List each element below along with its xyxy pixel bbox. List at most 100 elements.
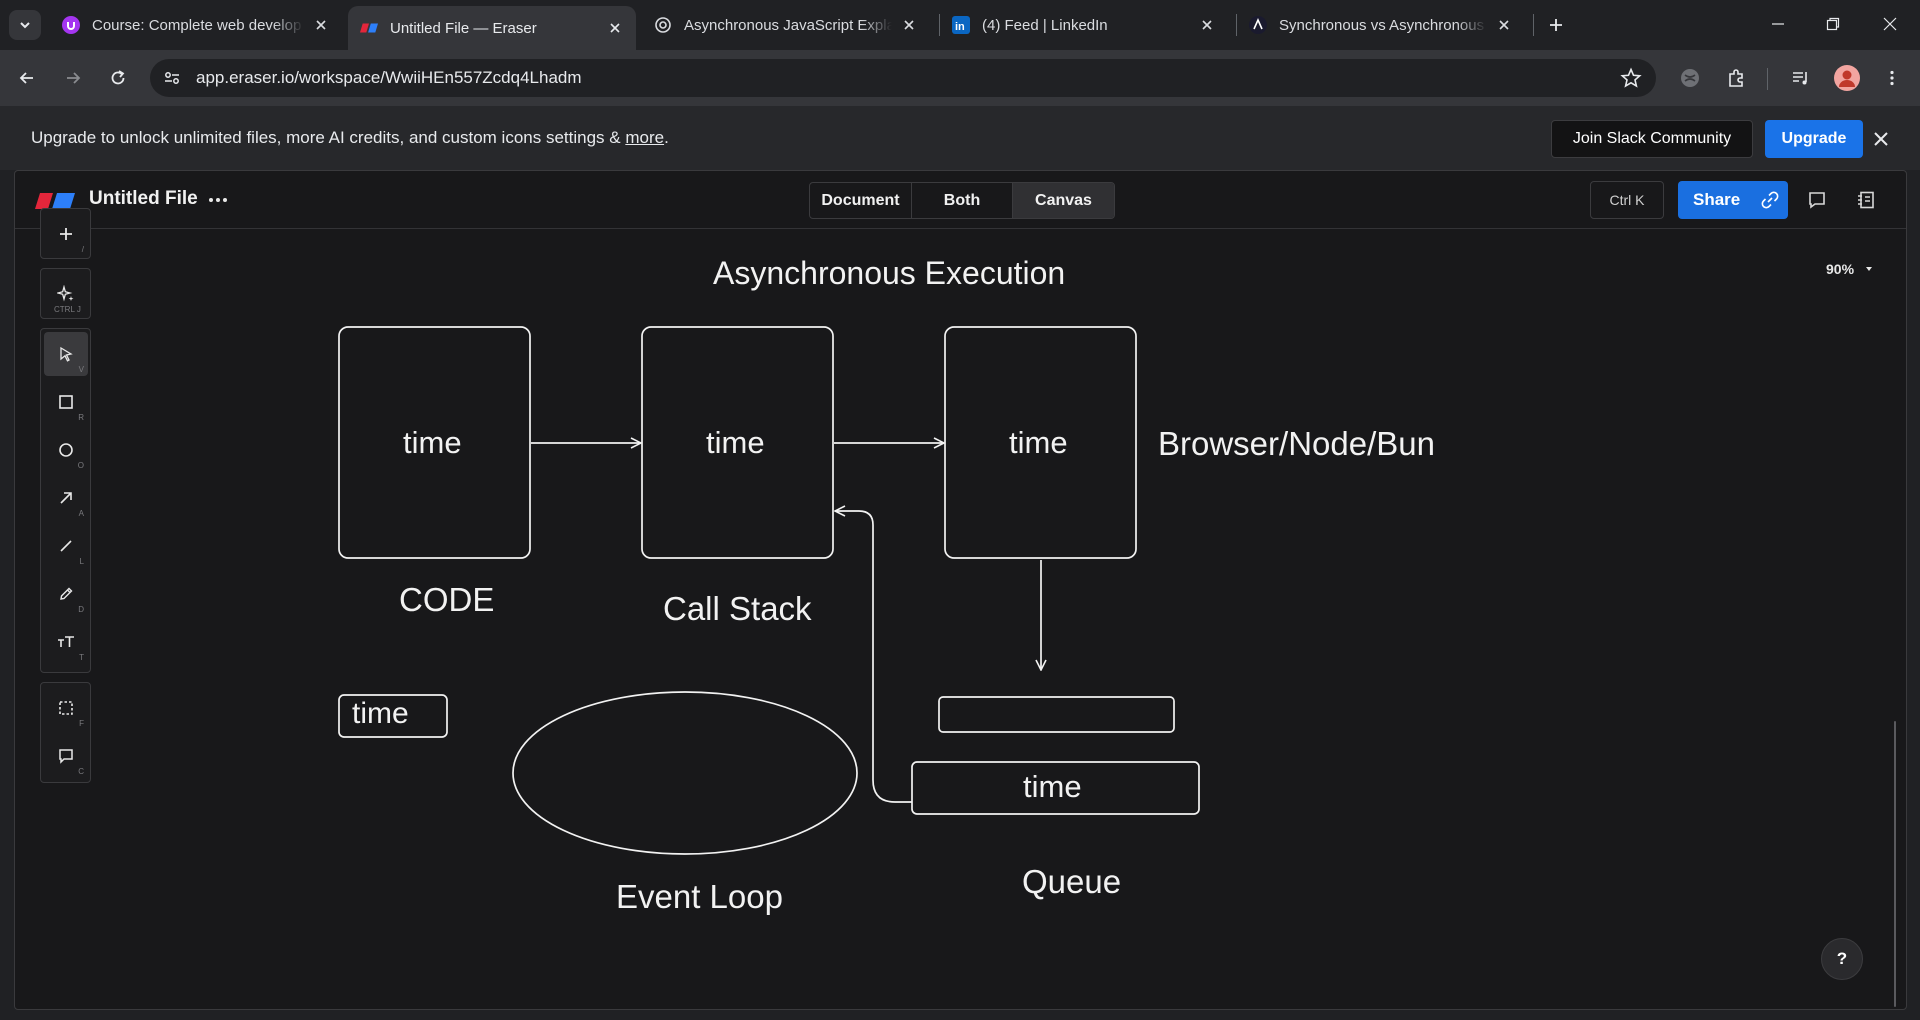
frame-tool-hotkey: F	[79, 719, 84, 728]
banner-text: Upgrade to unlock unlimited files, more …	[31, 128, 626, 147]
frame-tool[interactable]: F	[44, 686, 88, 730]
eraser-app: Untitled File Document Both Canvas Ctrl …	[14, 170, 1907, 1010]
queue-empty-slot[interactable]	[938, 696, 1175, 733]
runtime-box-text[interactable]: time	[1009, 425, 1068, 461]
view-document-tab[interactable]: Document	[810, 183, 912, 218]
close-banner-icon[interactable]	[1870, 128, 1892, 150]
browser-tab-strip: Course: Complete web develop Untitled Fi…	[0, 0, 1920, 50]
command-palette-shortcut[interactable]: Ctrl K	[1590, 181, 1664, 219]
ai-diagram-tool[interactable]: CTRL J	[44, 272, 88, 316]
select-tool[interactable]: V	[44, 332, 88, 376]
close-icon[interactable]	[312, 16, 330, 34]
extensions-icon[interactable]	[1722, 64, 1750, 92]
restore-icon	[1826, 17, 1840, 31]
view-canvas-tab[interactable]: Canvas	[1013, 183, 1114, 218]
close-icon[interactable]	[1198, 16, 1216, 34]
comment-tool[interactable]: C	[44, 734, 88, 778]
close-icon[interactable]	[900, 16, 918, 34]
tab-separator	[1533, 14, 1534, 36]
arrow-tool[interactable]: A	[44, 476, 88, 520]
vpn-extension-icon[interactable]	[1676, 64, 1704, 92]
codevolution-icon	[1249, 16, 1267, 34]
code-label[interactable]: CODE	[399, 581, 494, 619]
rectangle-tool[interactable]: R	[44, 380, 88, 424]
outline-panel-icon[interactable]	[1853, 187, 1879, 213]
arrow-up-right-icon	[60, 492, 72, 504]
caret-down-icon	[1865, 267, 1872, 271]
browser-tab-chatgpt[interactable]: Asynchronous JavaScript Explair	[642, 6, 930, 44]
line-tool[interactable]: L	[44, 524, 88, 568]
code-box-text[interactable]: time	[403, 425, 462, 461]
file-menu-button[interactable]	[205, 188, 231, 212]
comments-icon[interactable]	[1804, 187, 1830, 213]
diagram-canvas[interactable]: Asynchronous Execution time time time CO…	[15, 229, 1906, 1009]
toolbar-separator	[1767, 68, 1768, 90]
tab-title: Synchronous vs Asynchronous J	[1279, 16, 1487, 34]
eraser-icon	[360, 19, 378, 37]
add-tool[interactable]: /	[44, 212, 88, 256]
join-slack-button[interactable]: Join Slack Community	[1551, 120, 1753, 158]
site-info-icon[interactable]	[156, 64, 188, 92]
browser-tab-udemy[interactable]: Course: Complete web develop	[50, 6, 342, 44]
zoom-control[interactable]: 90%	[1826, 261, 1874, 277]
pen-tool[interactable]: D	[44, 572, 88, 616]
close-icon[interactable]	[606, 19, 624, 37]
plus-icon	[1550, 19, 1562, 31]
arrow-left-icon	[19, 72, 33, 84]
drawing-tools-group: V R O A L D T	[40, 328, 91, 673]
runtime-label[interactable]: Browser/Node/Bun	[1158, 425, 1435, 463]
queue-item-text[interactable]: time	[1023, 769, 1082, 805]
forward-button[interactable]	[59, 64, 87, 92]
small-box-text[interactable]: time	[352, 697, 409, 731]
diagram-title[interactable]: Asynchronous Execution	[713, 255, 1065, 292]
share-label: Share	[1693, 190, 1741, 209]
media-controls-icon[interactable]	[1787, 64, 1815, 92]
call-stack-label[interactable]: Call Stack	[663, 590, 812, 628]
ellipse-tool-hotkey: O	[77, 461, 84, 470]
banner-more-link[interactable]: more	[625, 128, 664, 147]
tab-search-button[interactable]	[9, 10, 41, 40]
banner-message: Upgrade to unlock unlimited files, more …	[31, 128, 669, 148]
link-icon[interactable]	[1760, 190, 1780, 210]
vertical-scrollbar[interactable]	[1894, 721, 1896, 1007]
zoom-level: 90%	[1826, 261, 1855, 277]
bookmark-star-icon[interactable]	[1620, 67, 1642, 89]
reload-button[interactable]	[104, 64, 132, 92]
close-window-button[interactable]	[1870, 10, 1910, 38]
text-tool[interactable]: T	[44, 620, 88, 664]
app-header: Untitled File Document Both Canvas Ctrl …	[15, 171, 1906, 229]
profile-avatar[interactable]	[1833, 64, 1861, 92]
back-button[interactable]	[13, 64, 41, 92]
close-icon[interactable]	[1495, 16, 1513, 34]
help-button[interactable]: ?	[1821, 938, 1863, 980]
udemy-icon	[62, 16, 80, 34]
event-loop-label[interactable]: Event Loop	[616, 878, 783, 916]
restore-button[interactable]	[1813, 10, 1853, 38]
minimize-button[interactable]	[1758, 10, 1798, 38]
ellipse-tool[interactable]: O	[44, 428, 88, 472]
view-both-tab[interactable]: Both	[912, 183, 1013, 218]
browser-tab-linkedin[interactable]: in (4) Feed | LinkedIn	[940, 6, 1228, 44]
queue-label[interactable]: Queue	[1022, 863, 1121, 901]
diagram-shapes	[338, 326, 1200, 855]
reload-icon	[111, 70, 125, 85]
more-horizontal-icon	[209, 198, 227, 202]
tab-title: (4) Feed | LinkedIn	[982, 16, 1108, 34]
call-stack-box-text[interactable]: time	[706, 425, 765, 461]
browser-menu-button[interactable]	[1878, 64, 1906, 92]
close-icon	[1883, 17, 1897, 31]
new-tab-button[interactable]	[1543, 12, 1569, 38]
comment-tool-hotkey: C	[78, 767, 84, 776]
browser-tab-codevolution[interactable]: Synchronous vs Asynchronous J	[1237, 6, 1525, 44]
arrow-queue-to-stack[interactable]	[835, 511, 912, 803]
more-vertical-icon	[1890, 70, 1894, 86]
event-loop-ellipse[interactable]	[512, 691, 858, 855]
address-bar[interactable]: app.eraser.io/workspace/WwiiHEn557Zcdq4L…	[150, 59, 1656, 97]
upgrade-button[interactable]: Upgrade	[1765, 120, 1863, 158]
browser-tab-eraser[interactable]: Untitled File — Eraser	[348, 6, 636, 50]
share-button[interactable]: Share	[1678, 181, 1788, 219]
comment-icon	[59, 749, 73, 764]
file-title[interactable]: Untitled File	[89, 188, 198, 210]
url-text: app.eraser.io/workspace/WwiiHEn557Zcdq4L…	[196, 68, 582, 87]
select-tool-hotkey: V	[78, 365, 84, 374]
